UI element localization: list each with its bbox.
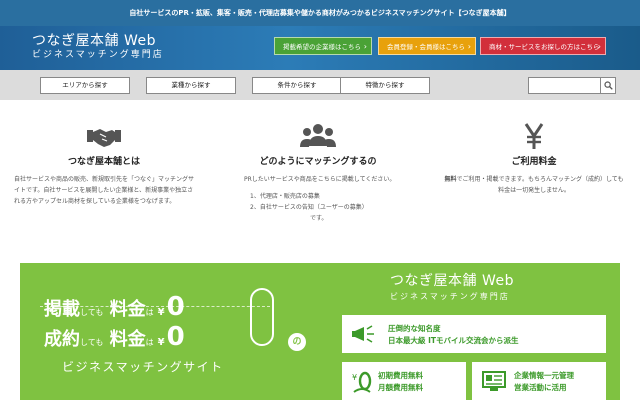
- advertiser-button-label: 掲載希望の企業様はこちら: [283, 43, 361, 51]
- feature-pricing: ご利用料金 無料でご利用・掲載できます。もちろんマッチング（成約）しても料金は一…: [444, 122, 624, 196]
- banner-contract-word: 成約: [44, 329, 80, 350]
- yen-icon: [524, 123, 544, 149]
- feature-pricing-text: 無料でご利用・掲載できます。もちろんマッチング（成約）しても料金は一切発生しませ…: [444, 174, 624, 196]
- nav-industry-button[interactable]: 業種から探す: [146, 77, 236, 94]
- feature-about-text: 自社サービスや商品の販売、新規取引先を「つなぐ」マッチングサイトです。自社サービ…: [14, 176, 195, 205]
- card-text: 初期費用無料 月額費用無料: [378, 370, 423, 394]
- banner-line-contract: 成約しても 料金は ¥0: [44, 322, 185, 352]
- site-logo-subtitle[interactable]: ビジネスマッチング専門店: [32, 47, 164, 60]
- feature-matching-title: どのようにマッチングするの: [259, 157, 377, 167]
- banner-yen-symbol: ¥: [157, 337, 165, 348]
- megaphone-icon: [352, 325, 374, 343]
- nav-feature-button[interactable]: 特徴から探す: [340, 77, 430, 94]
- site-tagline: 自社サービスのPR・拡販、集客・販売・代理店募集や儲かる商材がみつかるビジネスマ…: [0, 0, 640, 26]
- card-text: 圧倒的な知名度 日本最大級 ITモバイル交流会から派生: [388, 323, 519, 347]
- member-button[interactable]: 会員登録・会員様はこちら ›: [378, 37, 476, 55]
- zero-yen-icon: ¥: [352, 371, 372, 393]
- card-line: 日本最大級 ITモバイル交流会から派生: [388, 336, 519, 345]
- chevron-right-icon: ›: [363, 42, 367, 51]
- banner-no-circle: の: [288, 333, 306, 351]
- banner-zero-frame: [250, 288, 274, 346]
- banner-line-listing: 掲載しても 料金は ¥0: [44, 292, 185, 322]
- card-line: 初期費用無料: [378, 371, 423, 380]
- chevron-right-icon: ›: [597, 42, 601, 51]
- banner-zero: 0: [166, 292, 185, 322]
- card-line: 月額費用無料: [378, 383, 423, 392]
- search-input[interactable]: [529, 78, 601, 93]
- banner-yen-symbol: ¥: [157, 307, 165, 318]
- banner-zero: 0: [166, 322, 185, 352]
- nav-area-button[interactable]: エリアから探す: [40, 77, 130, 94]
- banner-fee-word: 料金: [109, 299, 146, 320]
- feature-about-title: つなぎ屋本舗とは: [67, 157, 140, 167]
- people-icon: [300, 124, 336, 147]
- banner-fee-word: 料金: [109, 329, 146, 350]
- search-service-button-label: 商材・サービスをお探しの方はこちら: [489, 43, 600, 51]
- banner-wa-text: は: [145, 338, 154, 347]
- list-item: 2、自社サービスの告知（ユーザーの募集）: [250, 204, 368, 211]
- banner-card-free: ¥ 初期費用無料 月額費用無料: [342, 362, 466, 400]
- handshake-icon: [87, 129, 121, 147]
- site-header: つなぎ屋本舗 Web ビジネスマッチング専門店 掲載希望の企業様はこちら › 会…: [0, 26, 640, 70]
- card-text: 企業情報一元管理 営業活動に活用: [514, 370, 574, 394]
- banner-subtitle: ビジネスマッチングサイト: [62, 360, 224, 374]
- free-label: 無料: [444, 176, 457, 183]
- monitor-icon: [482, 371, 506, 391]
- banner-small-text: しても: [80, 338, 104, 347]
- list-suffix: です。: [310, 215, 328, 222]
- search-box: [528, 77, 616, 94]
- feature-matching-list: 1、代理店・販売店の募集 2、自社サービスの告知（ユーザーの募集） です。: [228, 191, 408, 224]
- search-nav: エリアから探す 業種から探す 条件から探す 特徴から探す: [0, 70, 640, 100]
- feature-matching: どのようにマッチングするの PRしたいサービスや商品をこちらに掲載してください。…: [228, 122, 408, 224]
- banner-wa-text: は: [145, 308, 154, 317]
- banner-card-management: 企業情報一元管理 営業活動に活用: [472, 362, 606, 400]
- banner-logo-subtitle: ビジネスマッチング専門店: [390, 292, 510, 301]
- advertiser-button[interactable]: 掲載希望の企業様はこちら ›: [274, 37, 372, 55]
- banner-card-awareness: 圧倒的な知名度 日本最大級 ITモバイル交流会から派生: [342, 315, 606, 353]
- svg-text:¥: ¥: [352, 373, 357, 382]
- feature-pricing-title: ご利用料金: [511, 157, 557, 167]
- card-line: 営業活動に活用: [514, 383, 567, 392]
- card-line: 企業情報一元管理: [514, 371, 574, 380]
- list-item: 1、代理店・販売店の募集: [250, 193, 320, 200]
- search-service-button[interactable]: 商材・サービスをお探しの方はこちら ›: [480, 37, 606, 55]
- banner-logo-title: つなぎ屋本舗 Web: [390, 273, 514, 289]
- search-icon: [604, 81, 613, 90]
- member-button-label: 会員登録・会員様はこちら: [387, 43, 465, 51]
- chevron-right-icon: ›: [467, 42, 471, 51]
- feature-about: つなぎ屋本舗とは 自社サービスや商品の販売、新規取引先を「つなぐ」マッチングサイ…: [14, 122, 194, 207]
- search-button[interactable]: [600, 78, 615, 93]
- banner-listing-word: 掲載: [44, 299, 80, 320]
- banner-small-text: しても: [80, 308, 104, 317]
- nav-condition-button[interactable]: 条件から探す: [252, 77, 342, 94]
- card-line: 圧倒的な知名度: [388, 324, 441, 333]
- feature-matching-text: PRしたいサービスや商品をこちらに掲載してください。: [244, 176, 396, 183]
- banner-divider: [40, 306, 270, 307]
- feature-pricing-body: でご利用・掲載できます。もちろんマッチング（成約）しても料金は一切発生しません。: [456, 176, 624, 194]
